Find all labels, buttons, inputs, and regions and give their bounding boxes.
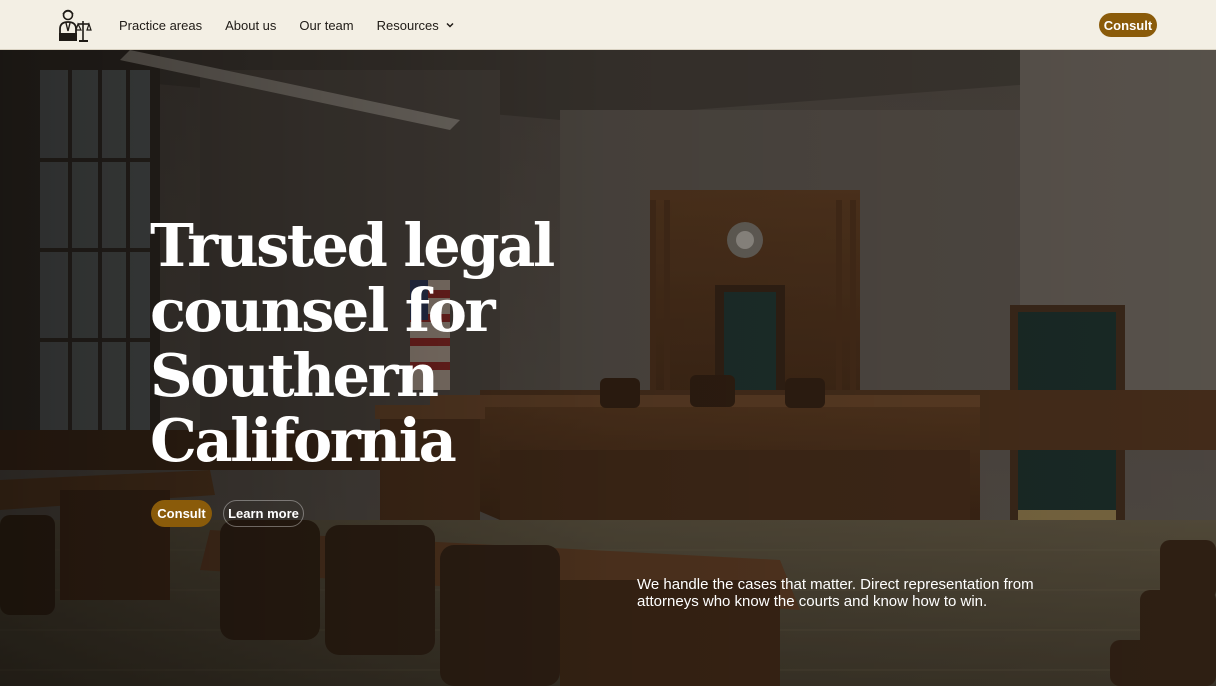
nav-resources-dropdown[interactable]: Resources — [377, 18, 455, 33]
hero-learn-more-button[interactable]: Learn more — [223, 500, 304, 527]
site-header: Practice areas About us Our team Resourc… — [0, 0, 1216, 50]
nav-resources-label: Resources — [376, 17, 439, 33]
hero-headline-line: Trusted legal — [150, 211, 555, 280]
main-nav: Practice areas About us Our team Resourc… — [119, 0, 478, 50]
lawyer-with-scales-icon[interactable] — [56, 7, 92, 43]
hero-headline-line: California — [150, 406, 457, 475]
nav-practice-areas-label: Practice areas — [119, 17, 203, 33]
hero-headline-line: Southern — [150, 341, 439, 410]
nav-our-team[interactable]: Our team — [299, 18, 353, 33]
nav-our-team-label: Our team — [299, 17, 354, 33]
hero-tagline: We handle the cases that matter. Direct … — [637, 576, 1067, 610]
hero-tagline-line: attorneys who know the courts and know h… — [637, 593, 988, 610]
hero-headline: Trusted legal counsel for Southern Calif… — [150, 213, 570, 473]
hero-consult-button[interactable]: Consult — [151, 500, 212, 527]
hero-tagline-line: We handle the cases that matter. Direct … — [637, 576, 1034, 593]
hero-section: Trusted legal counsel for Southern Calif… — [0, 50, 1216, 686]
nav-practice-areas[interactable]: Practice areas — [119, 18, 202, 33]
hero-headline-line: counsel for — [150, 276, 496, 345]
nav-about-us[interactable]: About us — [225, 18, 276, 33]
hero-cta-group: Consult Learn more — [151, 500, 304, 527]
chevron-down-icon — [446, 22, 454, 28]
header-consult-button[interactable]: Consult — [1099, 13, 1157, 37]
nav-about-us-label: About us — [225, 17, 277, 33]
